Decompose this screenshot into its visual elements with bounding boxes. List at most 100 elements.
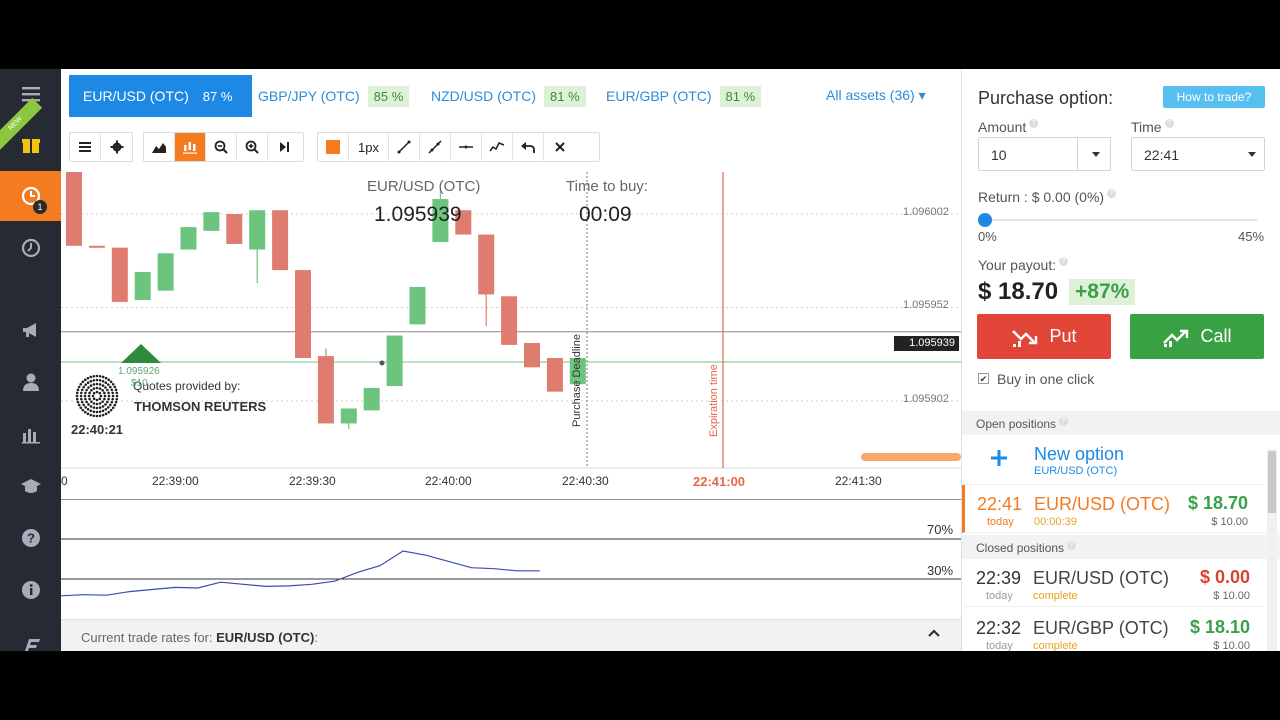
y-tick-label: 1.095902 xyxy=(903,393,949,405)
position-time: 22:39 xyxy=(976,568,1022,588)
wave-indicator-icon[interactable] xyxy=(482,133,513,161)
call-button[interactable]: Call xyxy=(1130,314,1264,359)
chevron-down-icon xyxy=(1248,152,1256,157)
price-chart[interactable]: EUR/USD (OTC) 1.095939 Time to buy: 00:0… xyxy=(61,172,961,502)
tab-payout-pct: 81 % xyxy=(544,85,586,107)
candle xyxy=(134,271,151,301)
candle xyxy=(546,357,563,392)
reuters-logo-dot xyxy=(95,386,99,390)
return-slider-handle[interactable] xyxy=(978,213,992,227)
help-icon[interactable]: ? xyxy=(1164,119,1174,128)
settings-gear-icon[interactable] xyxy=(101,133,132,161)
open-position-row[interactable]: 22:41 today EUR/USD (OTC) 00:00:39 $ 18.… xyxy=(962,485,1262,533)
clear-close-icon[interactable] xyxy=(544,133,575,161)
reuters-logo-dot xyxy=(107,394,111,398)
reuters-logo-dot xyxy=(82,385,85,389)
reuters-logo-dot xyxy=(75,397,79,401)
zoom-out-icon[interactable] xyxy=(206,133,237,161)
closed-position-row[interactable]: 22:32 today EUR/GBP (OTC) complete $ 18.… xyxy=(964,609,1264,651)
reuters-logo-dot xyxy=(110,388,114,392)
help-icon[interactable]: ? xyxy=(1107,189,1117,198)
reuters-logo-dot xyxy=(76,400,80,404)
reuters-logo-dot xyxy=(92,379,96,382)
skip-end-icon[interactable] xyxy=(268,133,299,161)
reuters-logo-dot xyxy=(79,406,83,410)
reuters-logo-dot xyxy=(106,388,109,392)
tab-gbp-jpy[interactable]: GBP/JPY (OTC) 85 % xyxy=(244,75,423,117)
reuters-logo-dot xyxy=(115,394,119,398)
chart-canvas[interactable] xyxy=(61,172,961,502)
tab-eur-usd[interactable]: EUR/USD (OTC) 87 % xyxy=(69,75,253,117)
position-day: today xyxy=(986,590,1013,602)
help-icon[interactable]: ? xyxy=(1029,119,1039,128)
tab-eur-gbp[interactable]: EUR/GBP (OTC) 81 % xyxy=(592,75,775,117)
reuters-logo-dot xyxy=(98,379,102,382)
put-button[interactable]: Put xyxy=(977,314,1111,359)
purchase-deadline-label: Purchase Deadline xyxy=(571,334,583,427)
new-option-asset: EUR/USD (OTC) xyxy=(1034,465,1118,477)
reuters-logo-dot xyxy=(80,397,83,401)
zoom-in-icon[interactable] xyxy=(237,133,268,161)
reuters-logo-dot xyxy=(104,403,107,406)
x-tick-label: 22:39:00 xyxy=(152,474,199,488)
time-to-buy-countdown: 00:09 xyxy=(579,203,632,226)
how-to-trade-button[interactable]: How to trade? xyxy=(1163,86,1265,108)
position-investment: $ 10.00 xyxy=(1211,516,1248,528)
slider-min-label: 0% xyxy=(978,229,997,244)
candle xyxy=(272,210,289,271)
reuters-logo-dot xyxy=(101,400,104,403)
help-icon[interactable]: ? xyxy=(1059,257,1069,266)
oscillator-canvas xyxy=(60,498,961,597)
graduation-cap-icon[interactable] xyxy=(0,461,61,511)
trade-rates-bar[interactable]: Current trade rates for: EUR/USD (OTC): xyxy=(61,619,961,651)
reuters-logo-dot xyxy=(111,394,115,398)
area-chart-icon[interactable] xyxy=(144,133,175,161)
list-icon[interactable] xyxy=(70,133,101,161)
buy-one-click-checkbox[interactable]: ✔ xyxy=(978,373,989,384)
line-width-select[interactable]: 1px xyxy=(349,133,389,161)
color-picker-icon[interactable] xyxy=(318,133,349,161)
user-icon[interactable] xyxy=(0,357,61,407)
reuters-logo-dot xyxy=(101,384,105,387)
trend-line-icon[interactable] xyxy=(389,133,420,161)
buy-one-click-label: Buy in one click xyxy=(997,371,1095,387)
reuters-logo-dot xyxy=(95,398,99,402)
return-slider-track[interactable] xyxy=(985,219,1257,221)
quotes-provided-label: Quotes provided by: xyxy=(133,379,241,393)
horizontal-line-icon[interactable] xyxy=(451,133,482,161)
new-option-row[interactable]: New option EUR/USD (OTC) xyxy=(964,435,1264,485)
undo-icon[interactable] xyxy=(513,133,544,161)
ray-line-icon[interactable] xyxy=(420,133,451,161)
reuters-logo-dot xyxy=(95,406,99,410)
help-icon[interactable]: ? xyxy=(1059,417,1069,426)
chevron-down-icon[interactable] xyxy=(1092,152,1100,157)
payout-percent: +87% xyxy=(1069,279,1136,305)
reuters-logo-dot xyxy=(86,381,90,384)
candlestick-chart-icon[interactable] xyxy=(175,133,206,161)
reuters-logo-dot xyxy=(104,408,108,411)
megaphone-icon[interactable] xyxy=(0,305,61,355)
info-icon[interactable] xyxy=(0,565,61,615)
all-assets-dropdown[interactable]: All assets (36) ▾ xyxy=(826,87,926,104)
rates-colon: : xyxy=(314,630,318,645)
bar-chart-icon[interactable] xyxy=(0,409,61,459)
tab-nzd-usd[interactable]: NZD/USD (OTC) 81 % xyxy=(417,75,600,117)
reuters-logo-dot xyxy=(83,394,87,398)
gift-icon[interactable] xyxy=(0,119,61,169)
closed-position-row[interactable]: 22:39 today EUR/USD (OTC) complete $ 0.0… xyxy=(964,559,1264,607)
rates-asset: EUR/USD (OTC) xyxy=(216,630,315,645)
help-icon[interactable]: ? xyxy=(1067,541,1077,550)
reuters-logo-dot xyxy=(92,383,96,386)
sidebar-item-trading[interactable]: 1 xyxy=(0,171,61,221)
chevron-up-icon[interactable] xyxy=(927,626,941,645)
reuters-logo-dot xyxy=(110,400,114,404)
amount-field[interactable]: 10 xyxy=(978,137,1111,171)
history-icon[interactable] xyxy=(0,223,61,273)
help-icon[interactable]: ? xyxy=(0,513,61,563)
candle xyxy=(386,335,403,387)
position-status: complete xyxy=(1033,640,1078,651)
time-select[interactable]: 22:41 xyxy=(1131,137,1265,171)
positions-scrollbar-thumb[interactable] xyxy=(1268,451,1276,513)
reuters-logo-dot xyxy=(104,376,108,380)
put-label: Put xyxy=(1049,326,1077,346)
